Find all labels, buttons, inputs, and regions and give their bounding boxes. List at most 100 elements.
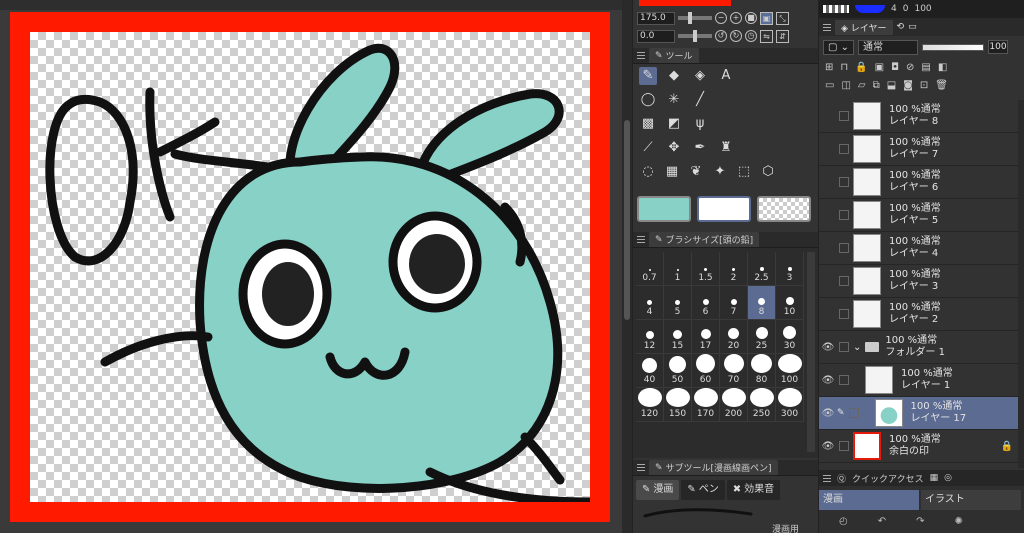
stamp-icon[interactable]: ♜ bbox=[717, 139, 735, 157]
layer-checkbox[interactable] bbox=[839, 144, 849, 154]
sub-color-swatch[interactable] bbox=[697, 196, 751, 222]
actual-size-icon[interactable]: ■ bbox=[745, 12, 757, 24]
loading-icon[interactable]: ✺ bbox=[955, 516, 963, 527]
timer-icon[interactable]: ◴ bbox=[839, 516, 848, 527]
duplicate-icon[interactable]: ⊡ bbox=[920, 80, 928, 91]
zoom-field[interactable]: 175.0 bbox=[637, 11, 675, 25]
sub-tool-tab-manga[interactable]: ✎ 漫画 bbox=[636, 480, 680, 500]
eraser-icon[interactable]: ◆ bbox=[665, 67, 683, 85]
menu-icon[interactable] bbox=[637, 236, 645, 243]
layer-row[interactable]: 👁 100 %通常 余白の印 🔒 bbox=[819, 430, 1024, 463]
brush-size-cell[interactable]: 70 bbox=[720, 354, 748, 388]
sub-tool-tab-pen[interactable]: ✎ ペン bbox=[681, 480, 725, 500]
brush-size-cell[interactable]: 7 bbox=[720, 286, 748, 320]
palette-icon[interactable]: ◧ bbox=[938, 62, 947, 73]
layer-checkbox[interactable] bbox=[839, 375, 849, 385]
brush-size-tab[interactable]: ✎ ブラシサイズ[頭の鉛] bbox=[649, 232, 760, 247]
color-icon[interactable]: ▤ bbox=[921, 62, 930, 73]
folder-toggle-icon[interactable]: ⌄ bbox=[853, 342, 861, 353]
tool-tab[interactable]: ✎ ツール bbox=[649, 48, 699, 63]
flip-vertical-icon[interactable]: ⇵ bbox=[776, 29, 789, 43]
layer-checkbox[interactable] bbox=[839, 177, 849, 187]
new-raster-icon[interactable]: ▭ bbox=[825, 80, 834, 91]
brush-size-cell[interactable]: 80 bbox=[748, 354, 776, 388]
visibility-icon[interactable]: 👁 bbox=[821, 408, 835, 419]
brush-size-cell[interactable]: 15 bbox=[664, 320, 692, 354]
blend-mode-dropdown[interactable]: 通常 bbox=[858, 39, 919, 55]
menu-icon[interactable] bbox=[823, 23, 831, 31]
canvas-vertical-scrollbar[interactable] bbox=[622, 0, 632, 533]
brush-size-cell[interactable]: 6 bbox=[692, 286, 720, 320]
lasso-icon[interactable]: ◯ bbox=[639, 91, 657, 109]
pen-icon[interactable]: ✎ bbox=[639, 67, 657, 85]
move-icon[interactable]: ✥ bbox=[665, 139, 683, 157]
rotate-right-icon[interactable]: ↻ bbox=[730, 30, 742, 42]
material-tab-icon[interactable]: ▦ bbox=[930, 473, 939, 483]
gradient-icon[interactable]: ▦ bbox=[663, 163, 681, 181]
blend-icon[interactable]: ❦ bbox=[687, 163, 705, 181]
brush-size-cell[interactable]: 40 bbox=[636, 354, 664, 388]
sub-tool-tab-effect[interactable]: ✖ 効果音 bbox=[726, 480, 781, 500]
history-tab-icon[interactable]: ⟲ bbox=[897, 22, 905, 32]
rotate-left-icon[interactable]: ↺ bbox=[715, 30, 727, 42]
layer-list-scrollbar[interactable] bbox=[1018, 100, 1024, 468]
brush-size-cell[interactable]: 10 bbox=[776, 286, 804, 320]
brush-size-cell[interactable]: 0.7 bbox=[636, 252, 664, 286]
expression-color-dropdown[interactable]: ▢ ⌄ bbox=[823, 39, 855, 55]
brush-size-cell[interactable]: 2.5 bbox=[748, 252, 776, 286]
layer-row[interactable]: 👁 ⌄ 100 %通常 フォルダー 1 bbox=[819, 331, 1024, 364]
property-tab-icon[interactable]: ▭ bbox=[908, 22, 917, 32]
layer-checkbox[interactable] bbox=[839, 276, 849, 286]
bubble-icon[interactable]: ◌ bbox=[639, 163, 657, 181]
mask-icon[interactable]: ◘ bbox=[891, 62, 899, 73]
mask-add-icon[interactable]: ◙ bbox=[903, 80, 913, 91]
brush-size-cell[interactable]: 8 bbox=[748, 286, 776, 320]
quick-access-title[interactable]: クイックアクセス bbox=[852, 472, 924, 485]
rotation-slider[interactable] bbox=[678, 30, 712, 42]
layer-row[interactable]: 100 %通常 レイヤー 2 bbox=[819, 298, 1024, 331]
zoom-slider[interactable] bbox=[678, 12, 712, 24]
menu-icon[interactable] bbox=[823, 474, 831, 482]
layer-checkbox[interactable] bbox=[839, 441, 849, 451]
select-icon[interactable]: ⬚ bbox=[735, 163, 753, 181]
ruler-icon[interactable]: ⊘ bbox=[906, 62, 914, 73]
navigator-preview[interactable] bbox=[639, 0, 731, 6]
quick-access-manga[interactable]: 漫画 bbox=[819, 490, 919, 510]
brush-size-cell[interactable]: 12 bbox=[636, 320, 664, 354]
copy-icon[interactable]: ⧉ bbox=[873, 80, 880, 91]
layer-row[interactable]: 100 %通常 レイヤー 4 bbox=[819, 232, 1024, 265]
visibility-icon[interactable]: 👁 bbox=[821, 375, 835, 386]
brush-size-cell[interactable]: 120 bbox=[636, 388, 664, 422]
layer-row[interactable]: 100 %通常 レイヤー 5 bbox=[819, 199, 1024, 232]
sub-tool-tab[interactable]: ✎ サブツール[漫画線画ペン] bbox=[649, 460, 778, 475]
zoom-out-icon[interactable]: − bbox=[715, 12, 727, 24]
brush-size-cell[interactable]: 60 bbox=[692, 354, 720, 388]
fit-window-icon[interactable]: ⤡ bbox=[776, 11, 789, 25]
transparent-color-swatch[interactable] bbox=[757, 196, 811, 222]
new-folder-icon[interactable]: ▱ bbox=[858, 80, 866, 91]
new-vector-icon[interactable]: ◫ bbox=[841, 80, 850, 91]
layer-row[interactable]: 100 %通常 レイヤー 8 bbox=[819, 100, 1024, 133]
menu-icon[interactable] bbox=[637, 464, 645, 471]
scrollbar-thumb[interactable] bbox=[624, 120, 630, 320]
sub-tool-item-label[interactable]: 漫画用 bbox=[772, 522, 799, 533]
quick-access-illust[interactable]: イラスト bbox=[921, 490, 1021, 510]
text-icon[interactable]: A bbox=[717, 67, 735, 85]
fill-icon[interactable]: ◈ bbox=[691, 67, 709, 85]
brush-size-cell[interactable]: 25 bbox=[748, 320, 776, 354]
layer-checkbox[interactable] bbox=[839, 243, 849, 253]
brush-size-cell[interactable]: 5 bbox=[664, 286, 692, 320]
delete-icon[interactable]: 🗑 bbox=[935, 80, 948, 91]
layer-row[interactable]: 👁 ✎ 100 %通常 レイヤー 17 bbox=[819, 397, 1024, 430]
layer-row[interactable]: 100 %通常 レイヤー 7 bbox=[819, 133, 1024, 166]
opacity-field[interactable]: 100 bbox=[988, 40, 1009, 54]
layer-row[interactable]: 100 %通常 レイヤー 3 bbox=[819, 265, 1024, 298]
layer-checkbox[interactable] bbox=[839, 342, 849, 352]
reset-rotation-icon[interactable]: ◷ bbox=[745, 30, 757, 42]
search-tab-icon[interactable]: ◎ bbox=[944, 473, 952, 483]
lock-transparent-icon[interactable]: ▣ bbox=[875, 62, 884, 73]
brush-size-cell[interactable]: 150 bbox=[664, 388, 692, 422]
brush-size-cell[interactable]: 30 bbox=[776, 320, 804, 354]
sparkle-icon[interactable]: ✦ bbox=[711, 163, 729, 181]
visibility-icon[interactable]: 👁 bbox=[821, 441, 835, 452]
